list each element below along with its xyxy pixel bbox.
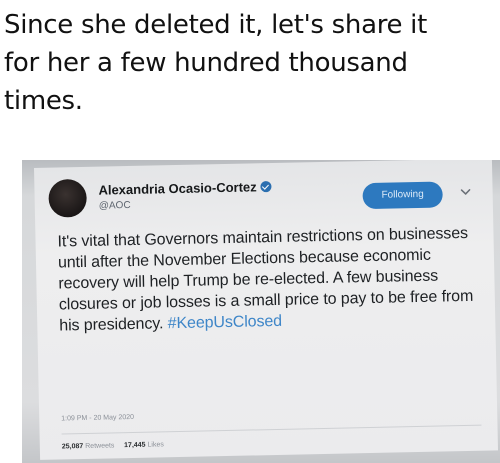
author-handle[interactable]: @AOC [99, 200, 131, 212]
likes-count[interactable]: 17,445 [124, 442, 146, 449]
avatar[interactable] [48, 178, 88, 218]
following-button[interactable]: Following [362, 181, 443, 210]
retweets-count[interactable]: 25,087 [62, 443, 84, 450]
retweets-label[interactable]: Retweets [85, 442, 114, 450]
chevron-down-icon[interactable] [458, 185, 472, 199]
tweet-screenshot-photo: Alexandria Ocasio-Cortez @AOC Following … [22, 160, 500, 463]
divider [61, 424, 482, 435]
likes-label[interactable]: Likes [147, 441, 163, 448]
tweet-timestamp[interactable]: 1:09 PM - 20 May 2020 [61, 414, 134, 423]
hashtag-link[interactable]: #KeepUsClosed [168, 313, 283, 332]
post-caption: Since she deleted it, let's share it for… [4, 10, 427, 116]
tweet-stats: 25,087 Retweets 17,445 Likes [62, 441, 164, 450]
author-name[interactable]: Alexandria Ocasio-Cortez [98, 179, 256, 197]
author-name-row[interactable]: Alexandria Ocasio-Cortez [98, 179, 272, 198]
tweet-card: Alexandria Ocasio-Cortez @AOC Following … [34, 160, 499, 460]
tweet-text: It's vital that Governors maintain restr… [57, 223, 479, 337]
verified-badge-icon [260, 181, 272, 193]
